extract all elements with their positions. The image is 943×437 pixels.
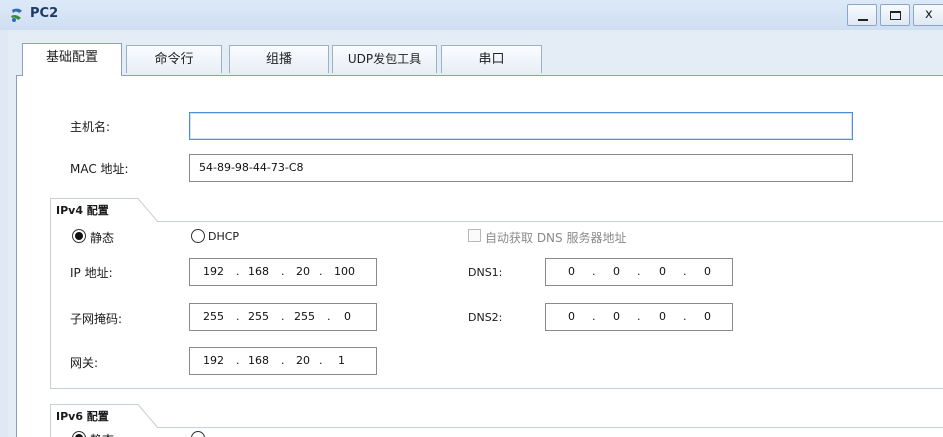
dns2-octet-2: 0 (613, 310, 620, 323)
tab-basic-config[interactable]: 基础配置 (22, 43, 122, 76)
auto-dns-label: 自动获取 DNS 服务器地址 (485, 231, 627, 245)
gw-octet-4: 1 (338, 354, 345, 367)
ip-dot: . (236, 310, 240, 323)
dns1-octet-2: 0 (613, 265, 620, 278)
dns2-field[interactable]: 0 . 0 . 0 . 0 (545, 303, 733, 331)
minimize-button[interactable] (847, 4, 877, 26)
tab-serial[interactable]: 串口 (441, 45, 542, 73)
window-title: PC2 (30, 6, 59, 21)
mask-octet-4: 0 (344, 310, 351, 323)
ip-dot: . (319, 354, 323, 367)
ip-dot: . (236, 354, 240, 367)
ip-dot: . (592, 265, 596, 278)
ip-octet-2: 168 (248, 265, 269, 278)
ipv4-group-title: IPv4 配置 (56, 204, 109, 217)
ip-dot: . (637, 265, 641, 278)
minimize-icon (858, 19, 868, 21)
ip-dot: . (592, 310, 596, 323)
dns1-octet-1: 0 (568, 265, 575, 278)
ip-dot: . (281, 354, 285, 367)
mask-octet-2: 255 (248, 310, 269, 323)
ip-dot: . (281, 310, 285, 323)
dns2-octet-3: 0 (659, 310, 666, 323)
subnet-mask-label: 子网掩码: (70, 312, 123, 326)
gateway-field[interactable]: 192 . 168 . 20 . 1 (189, 347, 377, 375)
ipv6-group (50, 427, 943, 437)
ip-address-field[interactable]: 192 . 168 . 20 . 100 (189, 258, 377, 286)
ip-octet-4: 100 (334, 265, 355, 278)
maximize-icon (890, 11, 901, 20)
gw-octet-1: 192 (203, 354, 224, 367)
ip-dot: . (236, 265, 240, 278)
ip-address-label: IP 地址: (70, 266, 113, 280)
auto-dns-checkbox[interactable] (468, 229, 481, 242)
mask-octet-1: 255 (203, 310, 224, 323)
close-button[interactable]: x (913, 4, 943, 26)
ipv4-group (50, 221, 943, 389)
static-radio[interactable] (72, 229, 86, 243)
tab-udp-tool[interactable]: UDP发包工具 (332, 45, 437, 73)
ip-dot: . (683, 265, 687, 278)
ipv6-group-title: IPv6 配置 (56, 410, 109, 423)
gw-octet-3: 20 (296, 354, 310, 367)
ip-dot: . (637, 310, 641, 323)
dns2-octet-1: 0 (568, 310, 575, 323)
tab-multicast[interactable]: 组播 (229, 45, 329, 73)
gw-octet-2: 168 (248, 354, 269, 367)
dns1-octet-4: 0 (704, 265, 711, 278)
close-icon: x (925, 7, 933, 22)
title-bar: PC2 x (0, 0, 943, 30)
ip-dot: . (327, 310, 331, 323)
tab-bar: 基础配置 命令行 组播 UDP发包工具 串口 (8, 30, 943, 77)
ipv6-static-radio-label: 静态 (90, 431, 114, 437)
mac-label: MAC 地址: (70, 162, 129, 176)
mask-octet-3: 255 (294, 310, 315, 323)
ip-dot: . (683, 310, 687, 323)
static-radio-label: 静态 (90, 231, 115, 245)
dns1-field[interactable]: 0 . 0 . 0 . 0 (545, 258, 733, 286)
dhcp-radio[interactable] (191, 229, 205, 243)
hostname-input[interactable] (189, 112, 853, 140)
ip-dot: . (281, 265, 285, 278)
mac-address-field[interactable]: 54-89-98-44-73-C8 (189, 154, 853, 182)
dns1-label: DNS1: (468, 266, 503, 279)
dns2-octet-4: 0 (704, 310, 711, 323)
ip-octet-1: 192 (203, 265, 224, 278)
pc-app-icon (11, 8, 22, 22)
hostname-label: 主机名: (70, 120, 111, 134)
gateway-label: 网关: (70, 356, 99, 370)
dns1-octet-3: 0 (659, 265, 666, 278)
ip-dot: . (319, 265, 323, 278)
maximize-button[interactable] (880, 4, 910, 26)
ip-octet-3: 20 (296, 265, 310, 278)
dns2-label: DNS2: (468, 311, 503, 324)
subnet-mask-field[interactable]: 255 . 255 . 255 . 0 (189, 303, 377, 331)
dhcp-radio-label: DHCP (208, 230, 240, 243)
tab-command-line[interactable]: 命令行 (126, 45, 222, 73)
